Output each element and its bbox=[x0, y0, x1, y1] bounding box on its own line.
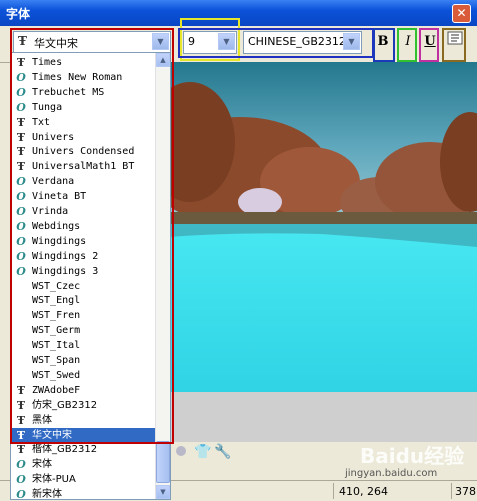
font-list-item-label: 宋体-PUA bbox=[32, 474, 76, 486]
font-list-item-label: 新宋体 bbox=[32, 489, 62, 500]
format-highlight-box bbox=[178, 28, 374, 58]
scroll-down-icon[interactable]: ▼ bbox=[156, 485, 170, 499]
watermark-url: jingyan.baidu.com bbox=[345, 468, 438, 479]
status-separator bbox=[333, 483, 334, 499]
close-button[interactable]: ✕ bbox=[452, 4, 471, 23]
font-list-item[interactable]: O 新宋体 bbox=[11, 487, 157, 500]
wrench-icon[interactable]: 🔧 bbox=[214, 444, 231, 460]
status-right: 378: bbox=[455, 485, 477, 498]
circle-icon[interactable] bbox=[176, 446, 186, 456]
font-list-item-label: 楷体_GB2312 bbox=[32, 444, 98, 456]
bottom-toolbar-area: 👕 🔧 Baidu经验 jingyan.baidu.com bbox=[170, 442, 477, 480]
window-title: 字体 bbox=[6, 7, 31, 21]
watermark-brand: Baidu经验 bbox=[360, 444, 465, 468]
font-highlight-box bbox=[10, 28, 174, 444]
opentype-icon: O bbox=[16, 458, 26, 472]
background-photo bbox=[170, 62, 477, 442]
landscape-photo bbox=[170, 62, 477, 442]
close-icon: ✕ bbox=[456, 6, 467, 20]
font-list-item[interactable]: O 宋体-PUA bbox=[11, 472, 157, 487]
bold-highlight-box bbox=[373, 28, 395, 62]
italic-highlight-box bbox=[397, 28, 417, 62]
cursor-coords: 410, 264 bbox=[339, 485, 388, 498]
font-list-item[interactable]: O 宋体 bbox=[11, 457, 157, 472]
extra-highlight-box bbox=[442, 28, 466, 62]
shirt-icon[interactable]: 👕 bbox=[194, 444, 211, 460]
status-separator bbox=[451, 483, 452, 499]
truetype-icon: Ŧ bbox=[16, 443, 26, 457]
opentype-icon: O bbox=[16, 473, 26, 487]
font-list-item-label: 宋体 bbox=[32, 459, 52, 471]
font-list-item[interactable]: Ŧ 楷体_GB2312 bbox=[11, 442, 157, 457]
opentype-icon: O bbox=[16, 488, 26, 500]
underline-highlight-box bbox=[419, 28, 439, 62]
scroll-thumb[interactable] bbox=[156, 441, 170, 483]
